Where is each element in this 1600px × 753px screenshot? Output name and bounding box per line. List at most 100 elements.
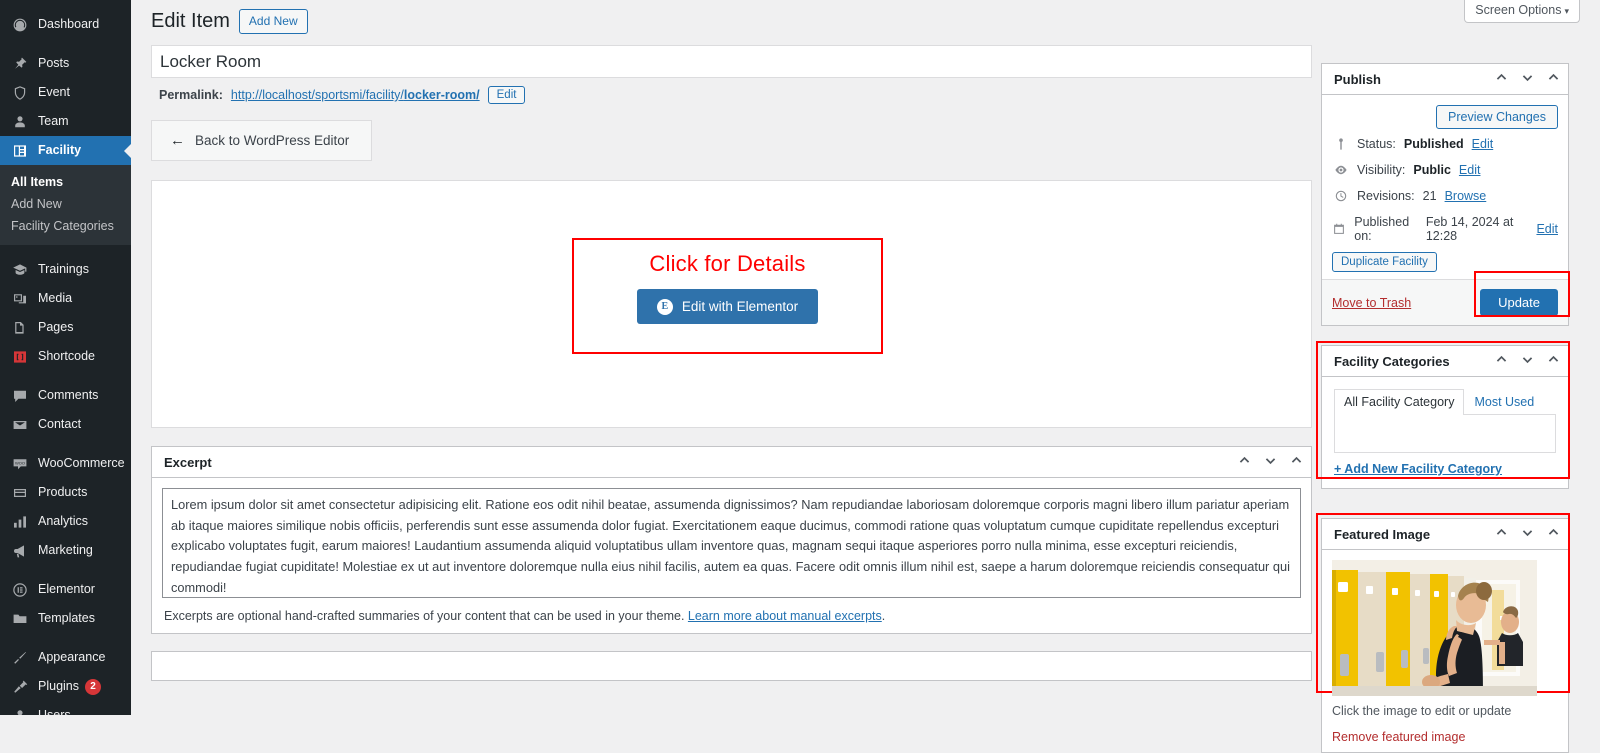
featured-image-thumbnail[interactable] (1332, 560, 1537, 696)
sidebar-item-posts[interactable]: Posts (0, 49, 131, 78)
screen-options-label: Screen Options (1475, 3, 1562, 17)
browse-revisions-link[interactable]: Browse (1445, 189, 1487, 203)
published-on-value: Feb 14, 2024 at 12:28 (1425, 215, 1514, 243)
woo-icon: WOO (10, 454, 30, 474)
media-icon (10, 289, 30, 309)
duplicate-facility-button[interactable]: Duplicate Facility (1332, 252, 1437, 272)
edit-published-date-link[interactable]: Edit (1536, 222, 1558, 236)
featured-image-caption: Click the image to edit or update (1332, 704, 1512, 718)
move-up-icon[interactable] (1488, 520, 1514, 548)
tab-all-facility-category[interactable]: All Facility Category (1334, 389, 1465, 415)
sidebar-item-label: Marketing (38, 543, 93, 558)
publish-panel-header: Publish (1322, 64, 1568, 95)
sidebar-item-shortcode[interactable]: Shortcode (0, 342, 131, 371)
published-on-row: Published on: Feb 14, 2024 at 12:28 Edit (1322, 209, 1568, 249)
page-header: Edit Item Add New (151, 9, 308, 34)
left-arrow-icon: ← (170, 132, 185, 149)
sidebar-item-label: Appearance (38, 650, 106, 665)
toggle-panel-icon[interactable] (1283, 448, 1309, 476)
update-button[interactable]: Update (1480, 289, 1558, 316)
excerpt-panel-body: Lorem ipsum dolor sit amet consectetur a… (152, 478, 1311, 633)
back-to-wordpress-editor-button[interactable]: ← Back to WordPress Editor (151, 120, 373, 161)
move-up-icon[interactable] (1231, 448, 1257, 476)
pages-icon (10, 318, 30, 338)
submenu-item-all-items[interactable]: All Items (0, 171, 131, 193)
sidebar-item-event[interactable]: Event (0, 78, 131, 107)
permalink-slug: locker-room/ (403, 88, 480, 102)
sidebar-item-label: Elementor (38, 582, 95, 597)
sidebar-top-spacer (0, 0, 131, 10)
sidebar-item-users[interactable]: Users (0, 701, 131, 715)
add-new-facility-category-link[interactable]: + Add New Facility Category (1334, 462, 1502, 476)
facility-categories-checklist[interactable] (1334, 415, 1556, 453)
move-down-icon[interactable] (1514, 520, 1540, 548)
sidebar-item-appearance[interactable]: Appearance (0, 643, 131, 672)
sidebar-item-facility[interactable]: Facility (0, 136, 131, 165)
screen-options-toggle[interactable]: Screen Options ▾ (1464, 0, 1580, 23)
lower-postbox-stub (151, 651, 1312, 681)
brackets-icon (10, 347, 30, 367)
tab-most-used[interactable]: Most Used (1464, 389, 1544, 415)
facility-categories-panel: Facility Categories All Facility Categor… (1316, 341, 1570, 489)
sidebar-item-marketing[interactable]: Marketing (0, 536, 131, 565)
edit-permalink-button[interactable]: Edit (487, 86, 526, 104)
move-down-icon[interactable] (1514, 65, 1540, 93)
move-to-trash-link[interactable]: Move to Trash (1332, 296, 1411, 310)
users-icon (10, 706, 30, 716)
toggle-panel-icon[interactable] (1540, 520, 1566, 548)
toggle-panel-icon[interactable] (1540, 347, 1566, 375)
sidebar-item-label: Products (38, 485, 88, 500)
facility-categories-tabs: All Facility Category Most Used (1334, 388, 1556, 415)
submenu-item-facility-categories[interactable]: Facility Categories (0, 215, 131, 237)
eye-icon (1332, 163, 1349, 177)
clock-icon (1332, 189, 1349, 203)
excerpt-textarea[interactable]: Lorem ipsum dolor sit amet consectetur a… (162, 488, 1301, 598)
sidebar-item-trainings[interactable]: Trainings (0, 255, 131, 284)
sidebar-item-label: Team (38, 114, 69, 129)
sidebar-item-contact[interactable]: Contact (0, 410, 131, 439)
pin-icon (10, 54, 30, 74)
sidebar-item-team[interactable]: Team (0, 107, 131, 136)
visibility-value: Public (1413, 163, 1451, 177)
sidebar-item-label: Facility (38, 143, 82, 158)
comment-icon (10, 386, 30, 406)
sidebar-item-comments[interactable]: Comments (0, 381, 131, 410)
sidebar-divider (0, 439, 131, 449)
move-down-icon[interactable] (1514, 347, 1540, 375)
post-title-input[interactable] (151, 45, 1312, 78)
sidebar-item-analytics[interactable]: Analytics (0, 507, 131, 536)
sidebar-item-woocommerce[interactable]: WOO WooCommerce (0, 449, 131, 478)
excerpt-panel-header: Excerpt (152, 447, 1311, 478)
permalink-link[interactable]: http://localhost/sportsmi/facility/locke… (231, 88, 480, 102)
add-new-button[interactable]: Add New (238, 9, 308, 34)
sidebar-item-plugins[interactable]: Plugins 2 (0, 672, 131, 701)
move-down-icon[interactable] (1257, 448, 1283, 476)
move-up-icon[interactable] (1488, 65, 1514, 93)
status-value: Published (1403, 137, 1464, 151)
facility-categories-header: Facility Categories (1322, 346, 1568, 377)
bar-chart-icon (10, 512, 30, 532)
folder-icon (10, 609, 30, 629)
sidebar-item-dashboard[interactable]: Dashboard (0, 10, 131, 39)
remove-featured-image-link[interactable]: Remove featured image (1332, 730, 1558, 744)
edit-status-link[interactable]: Edit (1472, 137, 1494, 151)
manual-excerpts-link[interactable]: Learn more about manual excerpts (688, 609, 882, 623)
publish-panel-body: Preview Changes Status: Published Edit V… (1322, 95, 1570, 325)
facility-categories-title: Facility Categories (1334, 353, 1450, 369)
move-up-icon[interactable] (1488, 347, 1514, 375)
preview-changes-button[interactable]: Preview Changes (1436, 105, 1558, 129)
toggle-panel-icon[interactable] (1540, 65, 1566, 93)
edit-visibility-link[interactable]: Edit (1459, 163, 1481, 177)
sidebar-item-products[interactable]: Products (0, 478, 131, 507)
sidebar-item-elementor[interactable]: Elementor (0, 575, 131, 604)
edit-with-elementor-button[interactable]: E Edit with Elementor (636, 289, 819, 324)
elementor-switcher-panel: Click for Details E Edit with Elementor (151, 180, 1312, 428)
sidebar-item-media[interactable]: Media (0, 284, 131, 313)
sidebar-divider (0, 245, 131, 255)
minor-publishing-actions: Preview Changes (1322, 95, 1568, 131)
sidebar-item-templates[interactable]: Templates (0, 604, 131, 633)
sidebar-item-pages[interactable]: Pages (0, 313, 131, 342)
submenu-item-add-new[interactable]: Add New (0, 193, 131, 215)
plug-icon (10, 677, 30, 697)
side-postbox-container: Publish Preview Changes Status: Publishe… (1316, 45, 1570, 753)
